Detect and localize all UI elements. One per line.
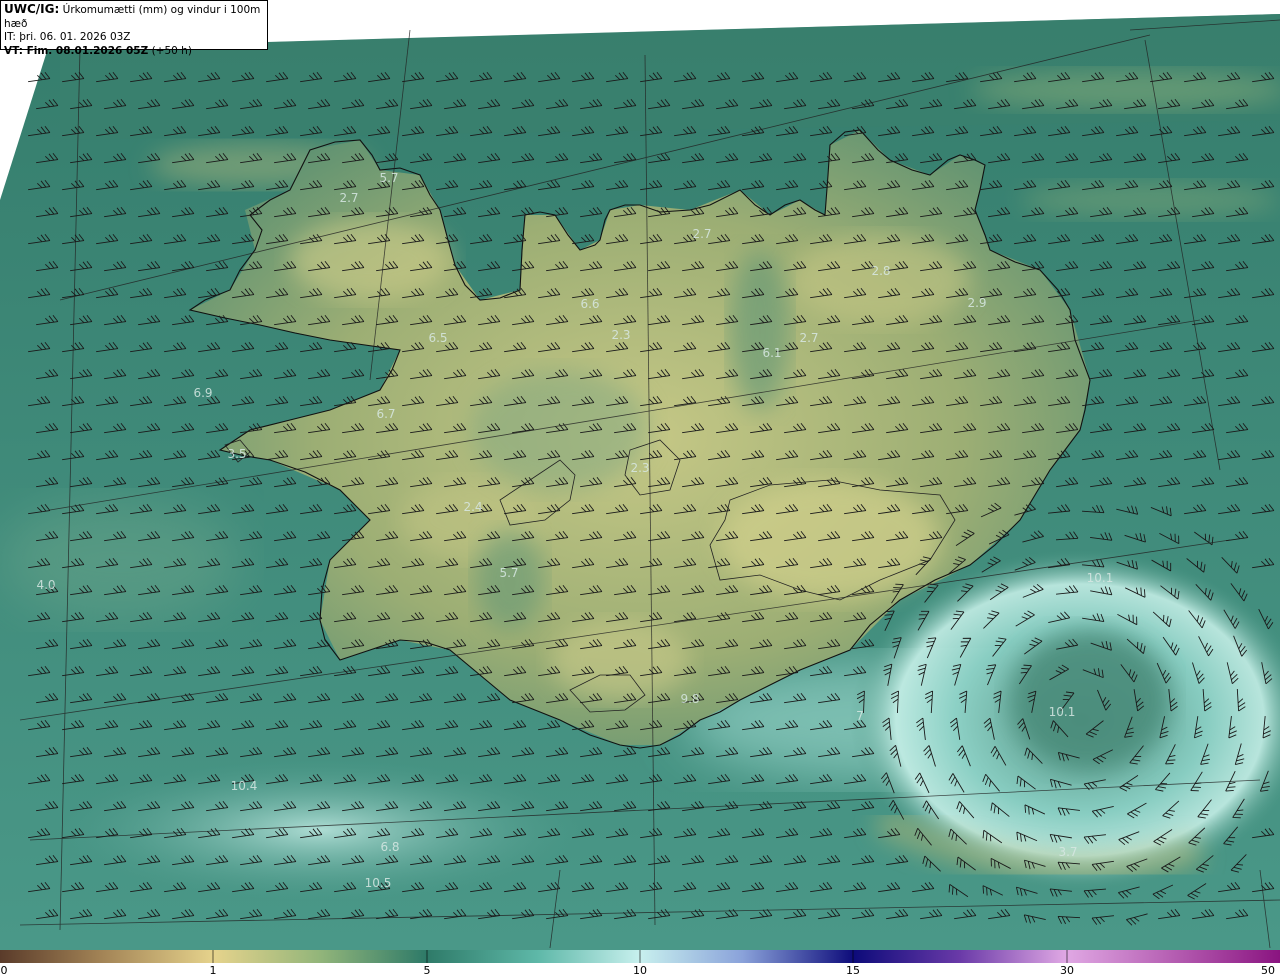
precip-value-label: 6.9 xyxy=(193,386,212,400)
precip-value-label: 2.3 xyxy=(611,328,630,342)
precip-value-label: 7 xyxy=(856,709,864,723)
precip-value-label: 2.9 xyxy=(967,296,986,310)
precip-value-label: 3.5 xyxy=(227,447,246,461)
precip-value-label: 6.8 xyxy=(380,840,399,854)
precip-value-label: 2.3 xyxy=(630,461,649,475)
precip-value-label: 9.8 xyxy=(680,692,699,706)
precip-value-label: 2.4 xyxy=(463,500,482,514)
product-code: UWC/IG: xyxy=(4,2,60,16)
precip-value-label: 6.1 xyxy=(762,346,781,360)
precipitation-wind-map: 5.7 2.7 2.7 2.8 2.9 6.6 2.3 6.1 2.7 6.5 6.9 6.7 3.5 2… xyxy=(0,0,1280,950)
colorbar-tick-1: 1 xyxy=(209,964,217,977)
colorbar-tick-30: 30 xyxy=(1060,964,1074,977)
precip-value-label: 10.1 xyxy=(1087,571,1114,585)
precip-value-label: 2.8 xyxy=(871,264,890,278)
map-header: UWC/IG: Úrkomumætti (mm) og vindur i 100… xyxy=(0,0,268,57)
precip-value-label: 6.5 xyxy=(428,331,447,345)
precip-value-label: 10.1 xyxy=(1049,705,1076,719)
precip-value-label: 2.7 xyxy=(692,227,711,241)
precip-value-label: 5.7 xyxy=(499,566,518,580)
colorbar-tick-0: 0 xyxy=(0,964,8,977)
precip-value-label: 5.7 xyxy=(379,171,398,185)
colorbar: 0 1 5 10 15 30 50 xyxy=(0,950,1280,978)
precip-value-label: 3.7 xyxy=(1058,845,1077,859)
colorbar-tick-50: 50 xyxy=(1261,964,1275,977)
forecast-lead: (+50 h) xyxy=(148,44,192,57)
precip-value-label: 2.7 xyxy=(339,191,358,205)
colorbar-tick-5: 5 xyxy=(423,964,431,977)
valid-time: VT: Fim. 08.01.2026 05Z xyxy=(4,44,149,57)
precip-value-label: 10.4 xyxy=(231,779,258,793)
init-time: IT: þri. 06. 01. 2026 03Z xyxy=(4,31,131,43)
precip-value-label: 6.6 xyxy=(580,297,599,311)
colorbar-tick-15: 15 xyxy=(846,964,860,977)
precip-value-label: 10.5 xyxy=(365,876,392,890)
precip-value-label: 4.0 xyxy=(36,578,55,592)
precip-value-label: 2.7 xyxy=(799,331,818,345)
precip-value-label: 6.7 xyxy=(376,407,395,421)
colorbar-tick-10: 10 xyxy=(633,964,647,977)
colorbar-strip xyxy=(0,950,1280,963)
